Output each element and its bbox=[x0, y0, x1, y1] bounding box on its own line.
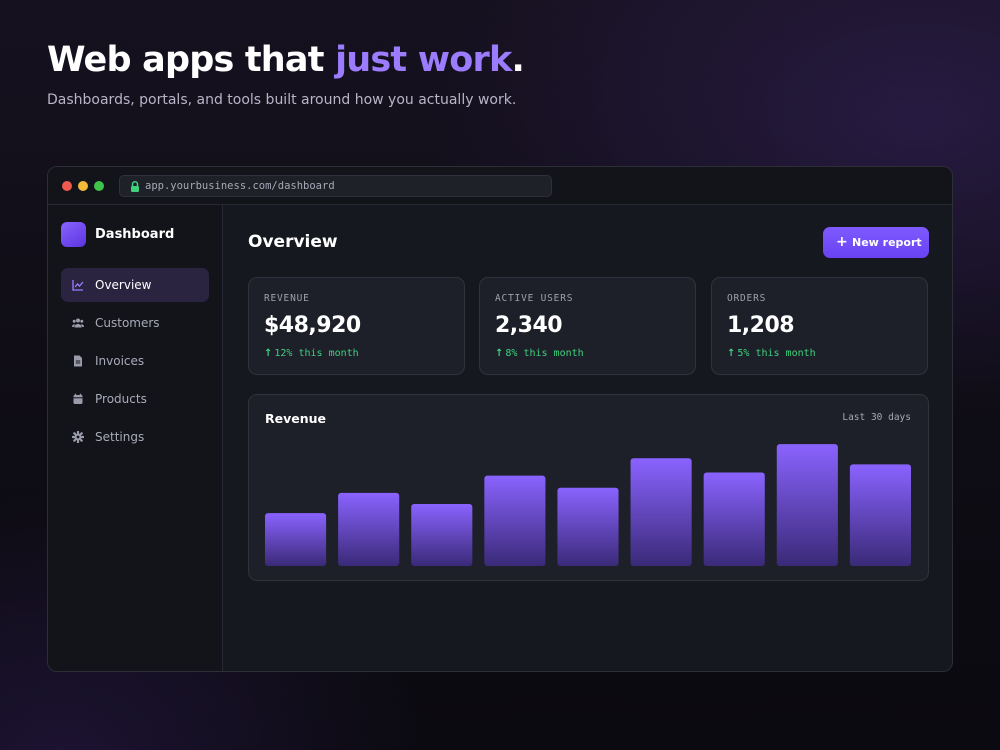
stat-change: ↑ 8% this month bbox=[495, 348, 584, 359]
stat-card-revenue: REVENUE $48,920 ↑ 12% this month bbox=[248, 277, 465, 375]
close-window-button[interactable] bbox=[62, 181, 72, 191]
stat-change-text: 5% this month bbox=[737, 348, 816, 359]
sidebar-item-label: Products bbox=[95, 392, 147, 406]
gear-icon bbox=[72, 431, 84, 443]
address-bar[interactable]: app.yourbusiness.com/dashboard bbox=[119, 175, 552, 197]
chart-bar-1 bbox=[265, 513, 327, 566]
stat-change: ↑ 5% this month bbox=[727, 348, 816, 359]
chart-title: Revenue bbox=[265, 411, 327, 426]
box-icon bbox=[73, 393, 83, 404]
sidebar-item-label: Customers bbox=[95, 316, 160, 330]
hero-title-main: Web apps that bbox=[47, 40, 336, 80]
arrow-up-icon: ↑ bbox=[727, 348, 736, 359]
hero-title-accent: just work bbox=[335, 40, 512, 80]
arrow-up-icon: ↑ bbox=[264, 348, 273, 359]
sidebar-item-invoices[interactable]: Invoices bbox=[61, 344, 209, 378]
chart-bar-3 bbox=[411, 504, 473, 566]
chart-range-label: Last 30 days bbox=[842, 412, 911, 423]
new-report-button[interactable]: + New report bbox=[823, 227, 929, 258]
chart-bar-9 bbox=[849, 464, 911, 566]
lock-icon bbox=[131, 180, 139, 192]
sidebar-item-overview[interactable]: Overview bbox=[61, 268, 209, 302]
brand-name: Dashboard bbox=[95, 227, 175, 242]
revenue-chart-card: Revenue Last 30 days bbox=[248, 394, 929, 581]
app-window: app.yourbusiness.com/dashboard Dashboard… bbox=[47, 166, 953, 672]
url-text: app.yourbusiness.com/dashboard bbox=[145, 180, 335, 192]
hero-subtitle: Dashboards, portals, and tools built aro… bbox=[47, 92, 517, 108]
stat-change-text: 12% this month bbox=[274, 348, 359, 359]
sidebar-item-customers[interactable]: Customers bbox=[61, 306, 209, 340]
stat-change-text: 8% this month bbox=[505, 348, 584, 359]
users-icon bbox=[72, 318, 84, 328]
sidebar-item-label: Overview bbox=[95, 278, 152, 292]
new-report-label: New report bbox=[852, 236, 922, 249]
stat-label: ACTIVE USERS bbox=[495, 293, 574, 304]
page-title: Overview bbox=[248, 232, 338, 252]
plus-icon: + bbox=[836, 234, 848, 250]
stat-card-active-users: ACTIVE USERS 2,340 ↑ 8% this month bbox=[479, 277, 696, 375]
chart-bar-2 bbox=[338, 492, 400, 566]
sidebar-item-label: Invoices bbox=[95, 354, 145, 368]
stat-label: ORDERS bbox=[727, 293, 767, 304]
stat-change: ↑ 12% this month bbox=[264, 348, 359, 359]
document-icon bbox=[74, 355, 82, 367]
sidebar: Dashboard Overview Customers Invoices Pr… bbox=[48, 205, 223, 671]
chart-bar-4 bbox=[484, 475, 546, 566]
maximize-window-button[interactable] bbox=[94, 181, 104, 191]
stat-value: 1,208 bbox=[727, 313, 795, 338]
main-content: Overview + New report REVENUE $48,920 ↑ 1… bbox=[223, 205, 952, 671]
hero-title-end: . bbox=[511, 40, 524, 80]
revenue-bar-chart bbox=[265, 444, 911, 566]
stat-card-orders: ORDERS 1,208 ↑ 5% this month bbox=[711, 277, 928, 375]
sidebar-item-label: Settings bbox=[95, 430, 145, 444]
line-chart-icon bbox=[72, 280, 84, 291]
browser-titlebar: app.yourbusiness.com/dashboard bbox=[48, 167, 952, 205]
chart-bar-6 bbox=[630, 458, 692, 566]
sidebar-item-settings[interactable]: Settings bbox=[61, 420, 209, 454]
sidebar-item-products[interactable]: Products bbox=[61, 382, 209, 416]
stat-value: 2,340 bbox=[495, 313, 563, 338]
stat-value: $48,920 bbox=[264, 313, 361, 338]
chart-bar-8 bbox=[776, 444, 838, 566]
brand-logo bbox=[61, 222, 86, 247]
hero-title: Web apps that just work. bbox=[47, 40, 525, 80]
stat-label: REVENUE bbox=[264, 293, 310, 304]
chart-bar-7 bbox=[703, 472, 765, 566]
chart-bar-5 bbox=[557, 487, 619, 566]
arrow-up-icon: ↑ bbox=[495, 348, 504, 359]
minimize-window-button[interactable] bbox=[78, 181, 88, 191]
